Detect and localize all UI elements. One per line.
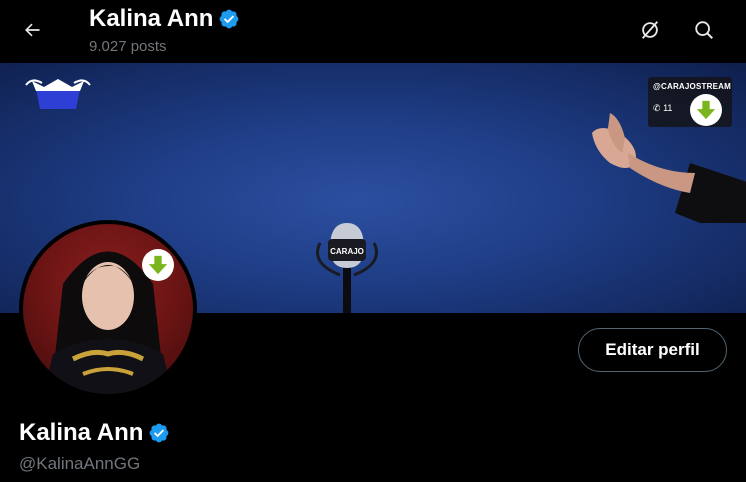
search-button[interactable] xyxy=(686,12,722,48)
stream-logo-icon xyxy=(25,79,91,109)
mic-label: CARAJO xyxy=(330,247,364,256)
header-title: Kalina Ann xyxy=(89,5,214,32)
profile-name-row: Kalina Ann xyxy=(19,419,170,447)
verified-badge-icon xyxy=(150,423,169,443)
verified-badge-icon xyxy=(220,9,239,29)
no-signal-button[interactable] xyxy=(632,12,668,48)
download-badge-cover[interactable] xyxy=(690,94,722,126)
whatsapp-icon: ✆ xyxy=(653,103,661,113)
profile-name: Kalina Ann xyxy=(19,419,144,446)
top-bar: Kalina Ann 9.027 posts xyxy=(0,0,746,63)
download-badge-avatar[interactable] xyxy=(142,249,174,281)
edit-profile-button[interactable]: Editar perfil xyxy=(578,328,727,372)
profile-avatar[interactable] xyxy=(19,220,197,398)
no-signal-icon xyxy=(641,21,659,39)
posts-count: 9.027 posts xyxy=(89,38,167,55)
watermark-handle: @CARAJOSTREAM xyxy=(653,82,731,91)
download-arrow-icon xyxy=(148,255,168,275)
arrow-left-icon xyxy=(25,23,40,37)
microphone-graphic: CARAJO xyxy=(300,213,390,313)
download-arrow-icon xyxy=(696,100,716,120)
back-button[interactable] xyxy=(14,12,50,48)
profile-handle: @KalinaAnnGG xyxy=(19,454,141,473)
header-title-block: Kalina Ann 9.027 posts xyxy=(89,4,240,55)
avatar-photo xyxy=(23,224,193,394)
search-icon xyxy=(695,21,713,39)
